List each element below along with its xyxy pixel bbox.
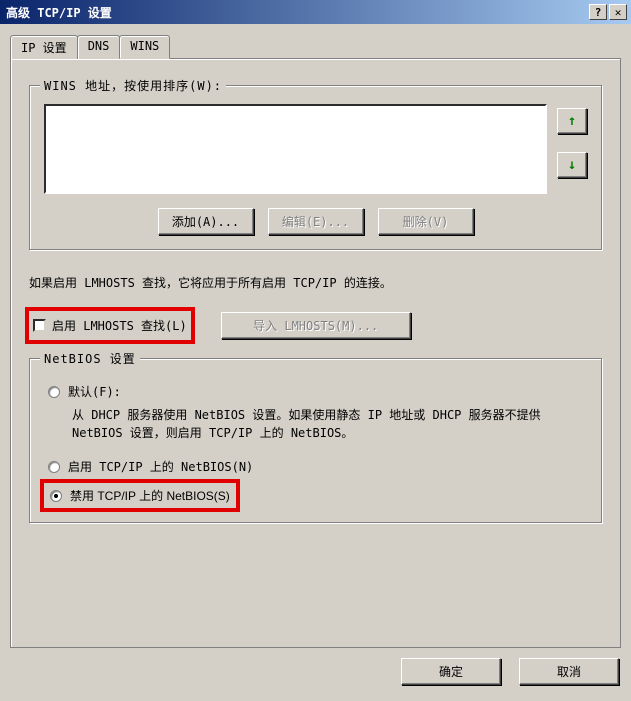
help-button[interactable]: ? bbox=[589, 4, 607, 20]
edit-button[interactable]: 编辑(E)... bbox=[268, 208, 364, 235]
enable-lmhosts-checkbox[interactable] bbox=[33, 319, 46, 332]
arrow-up-icon: ↑ bbox=[568, 113, 576, 129]
netbios-enable-label: 启用 TCP/IP 上的 NetBIOS(N) bbox=[68, 458, 253, 475]
wins-group-legend: WINS 地址，按使用排序(W): bbox=[40, 77, 226, 94]
move-up-button[interactable]: ↑ bbox=[557, 108, 587, 134]
netbios-disable-radio[interactable] bbox=[50, 490, 62, 502]
add-button[interactable]: 添加(A)... bbox=[158, 208, 254, 235]
window-body: IP 设置 DNS WINS WINS 地址，按使用排序(W): ↑ ↓ 添加(… bbox=[0, 24, 631, 695]
enable-lmhosts-checkbox-row[interactable]: 启用 LMHOSTS 查找(L) bbox=[29, 311, 191, 340]
netbios-enable-radio[interactable] bbox=[48, 461, 60, 473]
lmhosts-row: 启用 LMHOSTS 查找(L) 导入 LMHOSTS(M)... bbox=[29, 311, 602, 340]
netbios-group: NetBIOS 设置 默认(F): 从 DHCP 服务器使用 NetBIOS 设… bbox=[29, 358, 602, 523]
window-title: 高级 TCP/IP 设置 bbox=[4, 4, 587, 21]
tab-wins[interactable]: WINS bbox=[119, 35, 170, 59]
ok-button[interactable]: 确定 bbox=[401, 658, 501, 685]
close-button[interactable]: ✕ bbox=[609, 4, 627, 20]
titlebar: 高级 TCP/IP 设置 ? ✕ bbox=[0, 0, 631, 24]
tab-panel-wins: WINS 地址，按使用排序(W): ↑ ↓ 添加(A)... 编辑(E)... … bbox=[10, 58, 621, 648]
netbios-disable-radio-row[interactable]: 禁用 TCP/IP 上的 NetBIOS(S) bbox=[44, 483, 236, 508]
netbios-group-legend: NetBIOS 设置 bbox=[40, 350, 140, 367]
remove-button[interactable]: 删除(V) bbox=[378, 208, 474, 235]
netbios-default-desc: 从 DHCP 服务器使用 NetBIOS 设置。如果使用静态 IP 地址或 DH… bbox=[72, 406, 587, 442]
enable-lmhosts-label: 启用 LMHOSTS 查找(L) bbox=[52, 317, 187, 334]
dialog-button-row: 确定 取消 bbox=[10, 658, 621, 685]
arrow-down-icon: ↓ bbox=[568, 157, 576, 173]
netbios-enable-radio-row[interactable]: 启用 TCP/IP 上的 NetBIOS(N) bbox=[44, 456, 587, 477]
wins-address-list[interactable] bbox=[44, 104, 547, 194]
netbios-default-radio[interactable] bbox=[48, 386, 60, 398]
wins-addresses-group: WINS 地址，按使用排序(W): ↑ ↓ 添加(A)... 编辑(E)... … bbox=[29, 85, 602, 250]
tab-ip-settings[interactable]: IP 设置 bbox=[10, 35, 78, 59]
import-lmhosts-button[interactable]: 导入 LMHOSTS(M)... bbox=[221, 312, 411, 339]
netbios-default-radio-row[interactable]: 默认(F): bbox=[44, 381, 587, 402]
move-down-button[interactable]: ↓ bbox=[557, 152, 587, 178]
tab-strip: IP 设置 DNS WINS bbox=[10, 35, 621, 59]
netbios-default-label: 默认(F): bbox=[68, 383, 121, 400]
tab-dns[interactable]: DNS bbox=[77, 35, 121, 59]
lmhosts-info-text: 如果启用 LMHOSTS 查找，它将应用于所有启用 TCP/IP 的连接。 bbox=[29, 274, 602, 293]
cancel-button[interactable]: 取消 bbox=[519, 658, 619, 685]
netbios-disable-label: 禁用 TCP/IP 上的 NetBIOS(S) bbox=[70, 487, 230, 504]
